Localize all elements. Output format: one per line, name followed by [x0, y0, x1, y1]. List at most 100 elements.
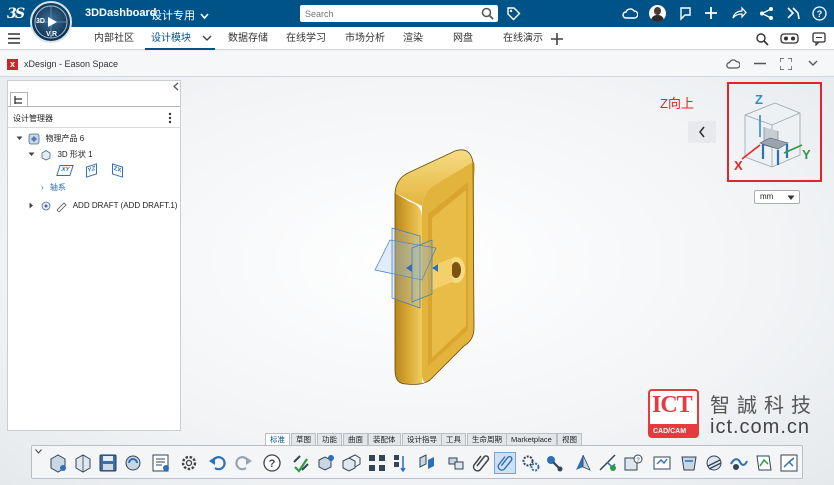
plane-yz-icon[interactable]: YZ [86, 163, 97, 178]
ict-badge: ICT CAD/CAM [648, 389, 699, 438]
plane-zx-icon[interactable]: ZX [112, 163, 123, 178]
tab-market-analysis[interactable]: 市场分析 [339, 27, 391, 50]
dashboard-name[interactable]: 设计专用 [151, 7, 209, 23]
fullscreen-icon[interactable] [780, 58, 792, 70]
export-icon[interactable] [778, 452, 800, 474]
compass-widget[interactable]: 3D V,R [30, 1, 72, 43]
shape-icon [41, 149, 51, 161]
expand-arrow-icon[interactable]: › [41, 183, 44, 192]
toolbar-tab-label: 视图 [562, 435, 577, 444]
compass-share-icon[interactable] [678, 5, 693, 21]
appearance-icon[interactable] [703, 452, 725, 474]
svg-text:?: ? [269, 458, 276, 470]
tree-item-label: ADD DRAFT (ADD DRAFT.1) [72, 201, 178, 210]
view-cube[interactable] [730, 85, 820, 180]
company-domain: ict.com.cn [710, 416, 811, 438]
tree-item-add-draft[interactable]: ADD DRAFT (ADD DRAFT.1) [28, 198, 177, 213]
search-icon[interactable] [481, 7, 494, 20]
tab-online-learning[interactable]: 在线学习 [280, 27, 332, 50]
3ds-logo-icon[interactable]: 3 S [6, 4, 26, 22]
expand-chevron-icon[interactable] [28, 202, 35, 209]
panel-header: 设计管理器 [13, 114, 53, 123]
tab-render[interactable]: 渲染 [397, 27, 429, 50]
expand-chevron-icon[interactable] [16, 135, 23, 142]
insert-component-icon[interactable] [315, 452, 337, 474]
apps-icon[interactable] [786, 6, 801, 21]
menu-icon[interactable] [8, 33, 20, 44]
avatar-head [654, 7, 661, 15]
properties-icon[interactable] [150, 452, 172, 474]
tree-item-3d-shape[interactable]: 3D 形状 1 [28, 147, 93, 162]
toolbar-expand-icon[interactable] [35, 449, 42, 454]
help-icon[interactable]: ? [261, 452, 283, 474]
avatar-body [651, 15, 664, 22]
save-icon[interactable] [97, 452, 119, 474]
save-as-icon[interactable] [122, 452, 144, 474]
section-view-icon[interactable] [572, 452, 594, 474]
tag-icon[interactable] [506, 6, 521, 21]
add-tab-icon[interactable] [551, 33, 563, 45]
cloud-icon[interactable] [622, 7, 638, 19]
cloud-sync-icon[interactable] [726, 58, 740, 69]
drawing-icon[interactable] [651, 452, 673, 474]
vr-glasses-icon[interactable] [780, 32, 799, 45]
gear-motion-icon[interactable] [520, 452, 542, 474]
expand-chevron-icon[interactable] [28, 151, 35, 158]
plane-xy-icon[interactable]: XY [56, 165, 74, 176]
mass-properties-icon[interactable]: ? [622, 452, 644, 474]
chevron-left-icon [698, 126, 705, 138]
tab-data-storage[interactable]: 数据存储 [222, 27, 274, 50]
tab-cloud-drive[interactable]: 网盘 [447, 27, 479, 50]
dashboard-name-label: 设计专用 [151, 10, 195, 22]
attach-active-icon[interactable] [494, 452, 516, 474]
tree-item-label: 物理产品 6 [45, 134, 85, 143]
mirror-component-icon[interactable] [416, 452, 438, 474]
mate-icon[interactable] [290, 452, 312, 474]
3d-model[interactable] [370, 148, 480, 388]
search-people-icon[interactable] [755, 32, 770, 46]
chevron-down-icon[interactable] [808, 60, 818, 67]
compass-label-3d: 3D [36, 18, 45, 25]
explode-icon[interactable] [445, 452, 467, 474]
search-input[interactable] [305, 6, 475, 21]
add-icon[interactable] [704, 6, 718, 20]
pattern-icon[interactable] [366, 452, 388, 474]
panel-divider [8, 106, 180, 107]
units-select[interactable]: mm [754, 190, 800, 204]
search-box[interactable] [300, 5, 498, 22]
simulation-icon[interactable] [753, 452, 775, 474]
linear-pattern-icon[interactable] [391, 452, 413, 474]
help-icon[interactable]: ? [812, 6, 827, 21]
badge-text: ICT [652, 392, 693, 418]
tab-online-demo[interactable]: 在线演示 [497, 27, 549, 50]
svg-text:S: S [15, 6, 25, 22]
undo-icon[interactable] [207, 452, 229, 474]
tab-design-module[interactable]: 设计模块 [145, 27, 215, 50]
chat-icon[interactable] [812, 32, 826, 46]
more-options-icon[interactable] [168, 112, 172, 124]
render-icon[interactable] [728, 452, 750, 474]
tree-item-axis-system[interactable]: › 轴系 [41, 180, 66, 195]
settings-gear-icon[interactable] [178, 452, 200, 474]
new-part-icon[interactable] [47, 452, 69, 474]
chevron-down-icon[interactable] [202, 35, 212, 42]
tab-label: 设计模块 [151, 33, 191, 44]
new-component-icon[interactable] [340, 452, 362, 474]
axis-x-label: X [734, 158, 743, 173]
design-manager-panel: 设计管理器 物理产品 6 3D 形状 1 XY YZ ZX › 轴系 ADD D… [7, 80, 181, 431]
minimize-icon[interactable] [754, 62, 766, 65]
panel-tab[interactable] [10, 92, 28, 106]
model-view-icon[interactable] [678, 452, 700, 474]
collapse-panel-icon[interactable] [172, 82, 180, 91]
open-icon[interactable] [72, 452, 94, 474]
side-panel-toggle[interactable] [688, 121, 716, 143]
network-icon[interactable] [759, 6, 774, 21]
tab-internal-community[interactable]: 内部社区 [88, 27, 140, 50]
kinematics-icon[interactable] [543, 452, 565, 474]
measure-icon[interactable] [597, 452, 619, 474]
avatar[interactable] [649, 5, 666, 22]
attach-icon[interactable] [470, 452, 492, 474]
tree-item-physical-product[interactable]: 物理产品 6 [16, 131, 84, 146]
share-arrow-icon[interactable] [731, 6, 747, 20]
redo-icon[interactable] [232, 452, 254, 474]
